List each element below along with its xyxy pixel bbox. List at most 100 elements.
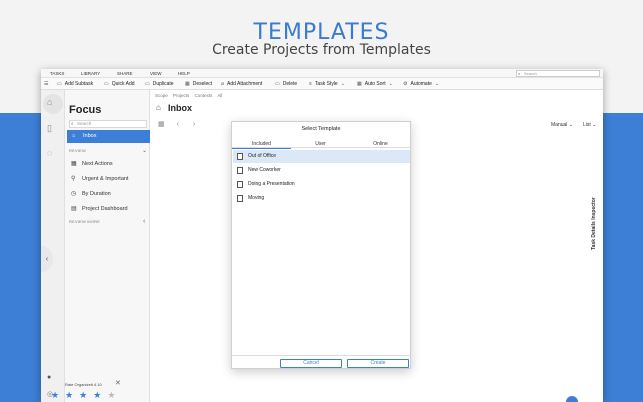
sidebar-item-project-dashboard[interactable]: ▤ Project Dashboard	[71, 206, 128, 212]
chevron-down-icon: ⌄	[568, 122, 573, 128]
search-icon: ⌕	[71, 121, 74, 126]
chevron-left-icon: ‹	[45, 254, 49, 263]
dialog-divider	[232, 355, 410, 356]
template-name: Doing a Presentation	[248, 181, 295, 187]
duplicate-label: Duplicate	[152, 81, 174, 87]
promo-subtitle: Create Projects from Templates	[212, 42, 431, 58]
menu-share[interactable]: SHARE	[117, 71, 133, 76]
inbox-rail-icon[interactable]: ⌂	[47, 97, 52, 107]
sidebar-item-label: Inbox	[83, 133, 97, 139]
rating-stars[interactable]: ★★★★★	[51, 390, 121, 401]
tab-user[interactable]: User	[291, 141, 350, 147]
star-icon[interactable]: ★	[51, 390, 65, 400]
template-name: Out of Office	[248, 153, 276, 159]
template-row[interactable]: New Coworker	[233, 164, 410, 177]
tag-rail-icon[interactable]: ◌	[47, 148, 52, 158]
duplicate-button[interactable]: ▭ Duplicate	[145, 81, 174, 87]
clock-icon: ◷	[71, 191, 77, 197]
document-rail-icon[interactable]: ▯	[47, 123, 52, 134]
task-details-inspector-tab[interactable]: Task Details Inspector	[591, 197, 597, 250]
view-dropdown[interactable]: List ⌄	[583, 122, 596, 128]
sidebar-item-label: By Duration	[82, 191, 111, 197]
search-icon: ⌕	[518, 71, 521, 76]
sidebar-search-input[interactable]: ⌕ Search	[69, 120, 147, 128]
breadcrumb-item[interactable]: Contexts	[195, 93, 213, 98]
template-name: New Coworker	[248, 167, 281, 173]
page-title: Inbox	[168, 103, 192, 113]
star-icon[interactable]: ★	[79, 390, 93, 400]
sidebar-item-by-duration[interactable]: ◷ By Duration	[71, 191, 111, 197]
forward-icon[interactable]: ›	[193, 121, 195, 128]
sidebar-item-label: Next Actions	[82, 161, 113, 167]
automate-button[interactable]: ⚙ Automate ⌄	[403, 81, 442, 87]
calendar-icon: ▦	[71, 161, 77, 167]
document-icon	[237, 153, 243, 160]
template-row[interactable]: Moving	[233, 192, 410, 205]
view-label: List	[583, 122, 591, 128]
inbox-icon: ⌂	[72, 133, 76, 139]
template-row[interactable]: Out of Office	[233, 150, 410, 163]
tab-included[interactable]: Included	[232, 141, 291, 149]
sidebar-item-label: Project Dashboard	[82, 206, 128, 212]
back-icon[interactable]: ‹	[177, 121, 179, 128]
breadcrumb-item[interactable]: All	[217, 93, 222, 98]
add-task-button[interactable]	[566, 396, 578, 402]
create-button[interactable]: Create	[347, 359, 409, 368]
quick-add-button[interactable]: ▭ Quick Add	[104, 81, 135, 87]
menu-help[interactable]: HELP	[178, 71, 190, 76]
review-more-header[interactable]: REVIEW MORE ‹	[69, 218, 145, 225]
breadcrumb-item[interactable]: Projects	[173, 93, 189, 98]
menu-tasks[interactable]: TASKS	[50, 71, 64, 76]
document-icon	[237, 181, 243, 188]
toolbar: ☰ ▭ Add Subtask ▭ Quick Add ▭ Duplicate ▦ De…	[41, 78, 603, 90]
breadcrumb-item[interactable]: Scope	[155, 93, 168, 98]
automate-label: Automate	[410, 81, 432, 87]
dashboard-icon: ▤	[71, 206, 77, 212]
inbox-icon: ⌂	[156, 103, 161, 112]
document-icon	[237, 195, 243, 202]
deselect-icon: ▦	[185, 81, 190, 87]
sidebar-item-urgent-important[interactable]: ⚲ Urgent & Important	[71, 176, 128, 182]
sidebar-item-label: Urgent & Important	[82, 176, 129, 182]
auto-sort-icon: ▦	[357, 81, 362, 87]
star-empty-icon[interactable]: ★	[107, 390, 121, 400]
attachment-icon: ⌀	[221, 81, 225, 87]
automate-icon: ⚙	[403, 81, 408, 87]
subtask-icon: ▭	[57, 81, 62, 87]
grid-view-icon[interactable]: ▦	[158, 121, 165, 128]
deselect-label: Deselect	[192, 81, 213, 87]
close-icon[interactable]: ✕	[115, 379, 121, 387]
sort-dropdown[interactable]: Manual ⌄	[551, 122, 573, 128]
dialog-title: Select Template	[301, 126, 341, 132]
task-style-button[interactable]: ≡ Task Style ⌄	[309, 81, 348, 87]
review-section-header[interactable]: REVIEW ⌄	[69, 148, 147, 154]
delete-button[interactable]: ▭ Delete	[275, 81, 297, 87]
menu-view[interactable]: VIEW	[150, 71, 162, 76]
chevron-down-icon: ⌄	[340, 81, 345, 87]
chevron-down-icon: ⌄	[434, 81, 440, 87]
task-style-icon: ≡	[309, 81, 312, 87]
cancel-button[interactable]: Cancel	[280, 359, 342, 368]
sidebar-toggle-button[interactable]: ☰	[44, 81, 51, 87]
sidebar-item-next-actions[interactable]: ▦ Next Actions	[71, 161, 113, 167]
menu-library[interactable]: LIBRARY	[81, 71, 100, 76]
tab-online[interactable]: Online	[351, 141, 410, 147]
sidebar-item-inbox[interactable]: ⌂ Inbox	[67, 130, 150, 143]
duplicate-icon: ▭	[145, 81, 150, 87]
search-placeholder: Search	[524, 71, 537, 76]
template-row[interactable]: Doing a Presentation	[233, 178, 410, 191]
star-icon[interactable]: ★	[65, 390, 79, 400]
chevron-left-icon: ‹	[143, 218, 146, 225]
auto-sort-button[interactable]: ▦ Auto Sort ⌄	[357, 81, 396, 87]
user-icon[interactable]: ●	[47, 374, 51, 381]
star-icon[interactable]: ★	[93, 390, 107, 400]
add-subtask-button[interactable]: ▭ Add Subtask	[57, 81, 93, 87]
sidebar-title: Focus	[69, 104, 102, 116]
template-name: Moving	[248, 195, 265, 201]
deselect-button[interactable]: ▦ Deselect	[185, 81, 212, 87]
delete-label: Delete	[282, 81, 298, 87]
breadcrumb: Scope Projects Contexts All	[155, 93, 226, 98]
add-attachment-button[interactable]: ⌀ Add Attachment	[221, 81, 262, 87]
dialog-tabs: Included User Online	[232, 137, 410, 149]
search-input[interactable]: ⌕ Search	[516, 70, 600, 77]
